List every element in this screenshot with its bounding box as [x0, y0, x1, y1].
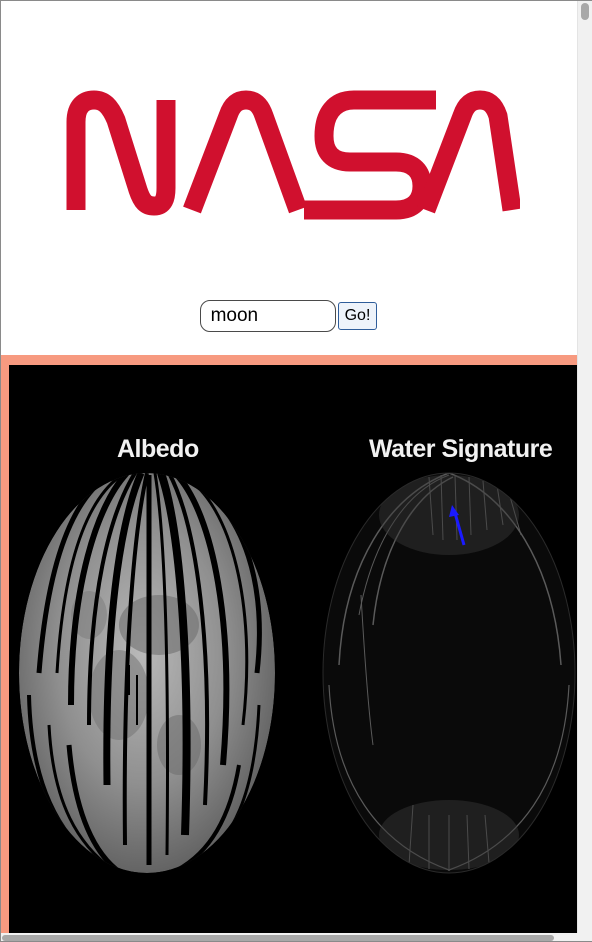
logo-area — [0, 0, 577, 290]
result-panel: Albedo Water Signature — [0, 355, 577, 933]
page-content: Go! — [0, 0, 577, 933]
go-button[interactable]: Go! — [337, 302, 378, 330]
albedo-label: Albedo — [117, 435, 199, 463]
scrollbar-corner — [577, 933, 592, 942]
nasa-worm-logo-icon — [66, 90, 520, 220]
search-input[interactable] — [199, 300, 336, 332]
moon-albedo-water-image: Albedo Water Signature — [9, 365, 577, 933]
horizontal-scrollbar[interactable] — [0, 933, 577, 942]
water-signature-map — [323, 473, 575, 873]
vertical-scrollbar[interactable] — [577, 0, 592, 933]
water-signature-label: Water Signature — [369, 435, 553, 463]
browser-viewport: Go! — [0, 0, 592, 942]
albedo-map — [19, 473, 275, 873]
horizontal-scrollbar-thumb[interactable] — [2, 935, 554, 941]
search-form: Go! — [0, 300, 577, 336]
vertical-scrollbar-thumb[interactable] — [581, 3, 589, 20]
